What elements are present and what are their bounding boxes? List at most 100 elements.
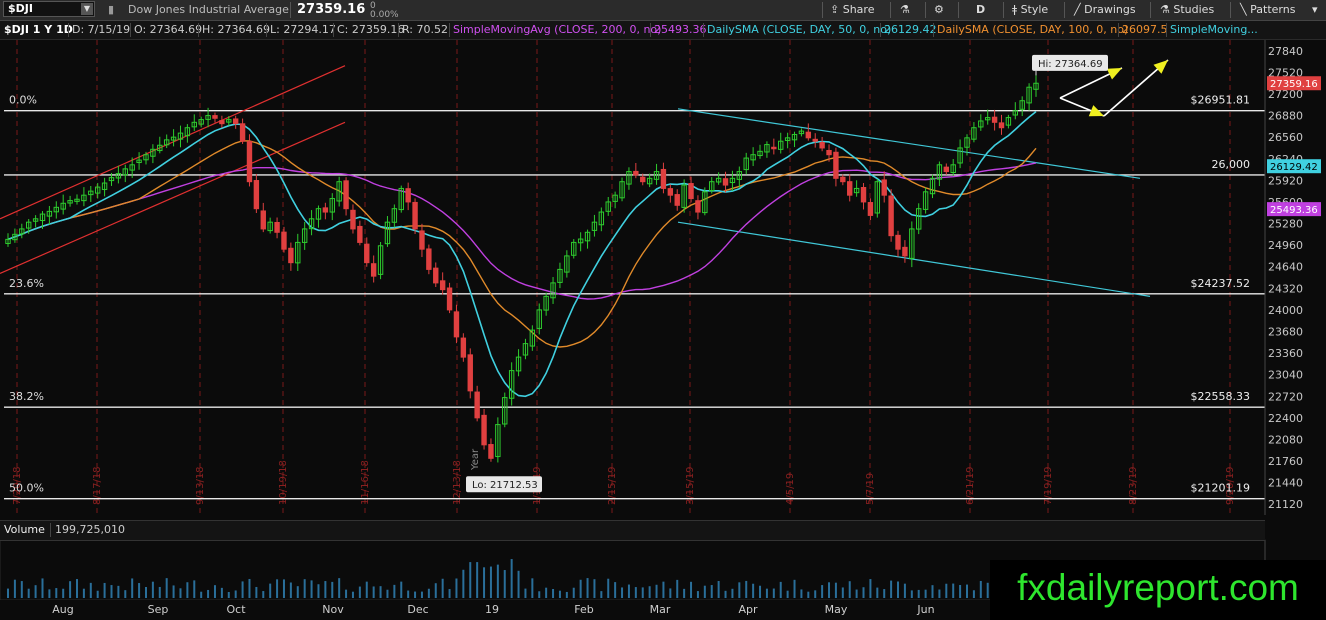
time-axis-label: Dec bbox=[407, 603, 428, 616]
time-axis-label: Feb bbox=[574, 603, 593, 616]
candle-body bbox=[667, 188, 674, 196]
time-axis-label: Nov bbox=[322, 603, 344, 616]
candle-body bbox=[439, 280, 446, 291]
fib-level-label: 23.6% bbox=[9, 277, 44, 290]
time-axis-label: May bbox=[825, 603, 848, 616]
candle-body bbox=[343, 180, 349, 210]
price-tick-label: 24960 bbox=[1268, 239, 1303, 252]
candle-body bbox=[364, 243, 370, 264]
candle-body bbox=[867, 202, 874, 216]
price-tick-label: 26560 bbox=[1268, 131, 1303, 144]
candle-body bbox=[433, 267, 439, 284]
price-tick-label: 26880 bbox=[1268, 110, 1303, 123]
year-marker: Year bbox=[470, 448, 481, 471]
price-tick-label: 23360 bbox=[1268, 347, 1303, 360]
candle-body bbox=[840, 176, 846, 183]
price-tick-label: 21760 bbox=[1268, 455, 1303, 468]
price-tag-label: 25493.36 bbox=[1270, 205, 1318, 216]
candle-body bbox=[460, 337, 467, 358]
time-axis-label: Jun bbox=[916, 603, 934, 616]
candle-body bbox=[881, 179, 887, 196]
candle-body bbox=[833, 151, 839, 179]
candle-body bbox=[847, 181, 853, 196]
price-tick-label: 27840 bbox=[1268, 45, 1303, 58]
candle-body bbox=[412, 201, 418, 230]
candle-body bbox=[722, 178, 729, 186]
candle-body bbox=[688, 183, 694, 200]
price-tick-label: 25280 bbox=[1268, 218, 1303, 231]
date-marker: 5/7/19 bbox=[865, 473, 876, 505]
candle-body bbox=[860, 186, 867, 203]
candle-body bbox=[888, 195, 894, 237]
price-tick-label: 24000 bbox=[1268, 304, 1303, 317]
candle-body bbox=[819, 142, 825, 149]
candle-body bbox=[771, 146, 777, 150]
candle-body bbox=[826, 149, 832, 156]
volume-label: Volume bbox=[4, 523, 45, 536]
fib-level-value: $22558.33 bbox=[1191, 390, 1251, 403]
candle-body bbox=[674, 194, 680, 206]
time-axis-label: Oct bbox=[226, 603, 246, 616]
price-tick-label: 24640 bbox=[1268, 261, 1303, 274]
candle-body bbox=[902, 246, 908, 257]
candle-body bbox=[633, 170, 639, 176]
fib-level-value: $21201.19 bbox=[1191, 482, 1251, 495]
candle-body bbox=[474, 391, 480, 419]
candle-body bbox=[812, 138, 818, 142]
fib-level-value: $24237.52 bbox=[1191, 277, 1251, 290]
candle-body bbox=[253, 180, 260, 210]
price-tick-label: 23040 bbox=[1268, 369, 1303, 382]
price-tag-label: 27359.16 bbox=[1270, 79, 1318, 90]
price-tick-label: 24320 bbox=[1268, 282, 1303, 295]
volume-value: 199,725,010 bbox=[55, 523, 125, 536]
candle-body bbox=[350, 209, 356, 230]
candle-body bbox=[660, 168, 667, 189]
candle-body bbox=[246, 140, 253, 183]
candle-body bbox=[426, 248, 432, 270]
time-axis-label: 19 bbox=[485, 603, 499, 616]
fib-level-value: $26951.81 bbox=[1191, 94, 1251, 107]
candle-body bbox=[357, 225, 363, 243]
candle-body bbox=[288, 247, 294, 264]
candle-body bbox=[488, 444, 494, 459]
price-tick-label: 21120 bbox=[1268, 498, 1303, 511]
fib-level-value: 26,000 bbox=[1212, 158, 1251, 171]
time-axis-label: Aug bbox=[52, 603, 73, 616]
fib-level-label: 50.0% bbox=[9, 482, 44, 495]
high-annotation: Hi: 27364.69 bbox=[1038, 59, 1103, 70]
price-tick-label: 22080 bbox=[1268, 433, 1303, 446]
candle-body bbox=[212, 115, 218, 119]
candle-body bbox=[219, 120, 225, 125]
candle-body bbox=[281, 231, 287, 250]
fib-level-label: 38.2% bbox=[9, 390, 44, 403]
candle-body bbox=[274, 221, 280, 233]
candle-body bbox=[467, 354, 473, 392]
candle-body bbox=[805, 131, 812, 139]
candle-body bbox=[998, 122, 1005, 129]
candle-body bbox=[943, 166, 950, 173]
volume-header: Volume 199,725,010 bbox=[0, 520, 1265, 541]
price-axis: 2784027520272002688026560262402592025600… bbox=[1264, 40, 1326, 515]
time-axis-label: Sep bbox=[148, 603, 169, 616]
price-tick-label: 22720 bbox=[1268, 390, 1303, 403]
candle-body bbox=[640, 176, 646, 183]
price-tag-label: 26129.42 bbox=[1270, 162, 1318, 173]
candle-body bbox=[419, 230, 425, 250]
candle-body bbox=[481, 414, 487, 446]
fib-level-label: 0.0% bbox=[9, 94, 37, 107]
watermark: fxdailyreport.com bbox=[990, 560, 1326, 620]
candle-body bbox=[405, 188, 411, 203]
candle-body bbox=[370, 263, 377, 277]
candle-body bbox=[446, 287, 453, 311]
candle-body bbox=[322, 207, 329, 213]
time-axis-label: Apr bbox=[738, 603, 758, 616]
price-tick-label: 21440 bbox=[1268, 477, 1303, 490]
candle-body bbox=[260, 210, 266, 230]
candle-body bbox=[453, 311, 460, 338]
price-tick-label: 23680 bbox=[1268, 325, 1303, 338]
price-tick-label: 22400 bbox=[1268, 412, 1303, 425]
candle-body bbox=[239, 123, 246, 142]
candle-body bbox=[232, 118, 239, 125]
price-tick-label: 25920 bbox=[1268, 174, 1303, 187]
time-axis-label: Mar bbox=[650, 603, 671, 616]
